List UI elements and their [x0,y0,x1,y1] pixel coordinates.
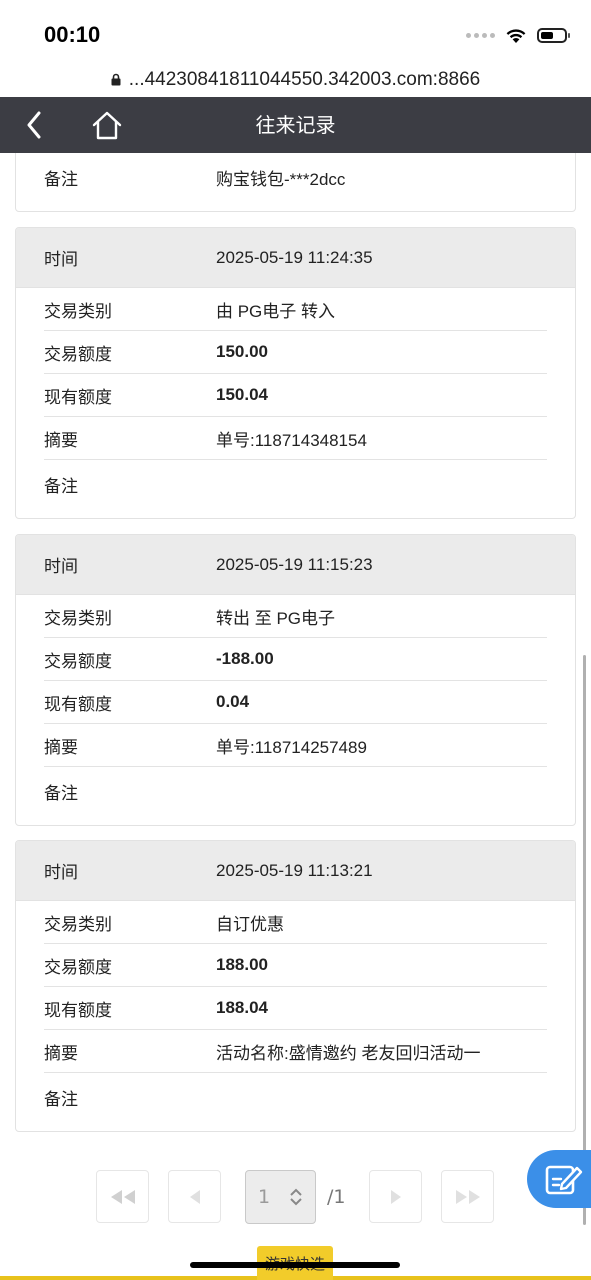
balance-value: 0.04 [216,692,250,711]
scrollbar[interactable] [583,655,586,1225]
edit-button[interactable] [527,1150,591,1208]
time-label: 时间 [44,863,78,883]
summary-label: 摘要 [44,737,78,758]
records-list[interactable]: 备注 购宝钱包-***2dcc 时间 2025-05-19 11:24:35 交… [0,153,591,1280]
edit-icon [545,1165,583,1195]
remark-row: 备注 [44,460,547,508]
balance-row: 现有额度 150.04 [44,374,547,417]
balance-label: 现有额度 [44,387,112,408]
remark-label: 备注 [44,476,78,497]
amount-value: 150.00 [216,342,268,361]
amount-label: 交易额度 [44,651,112,672]
time-value: 2025-05-19 11:13:21 [216,860,373,880]
status-bar: 00:10 [0,0,591,62]
page-total: /1 [327,1186,346,1208]
amount-row: 交易额度 -188.00 [44,638,547,681]
amount-row: 交易额度 150.00 [44,331,547,374]
prev-page-icon [189,1189,200,1204]
app-header: 往来记录 [0,97,591,153]
balance-label: 现有额度 [44,694,112,715]
time-value: 2025-05-19 11:24:35 [216,247,373,267]
record-card-header: 时间 2025-05-19 11:15:23 [16,535,575,595]
amount-row: 交易额度 188.00 [44,944,547,987]
next-page-button[interactable] [369,1170,422,1223]
amount-label: 交易额度 [44,344,112,365]
record-card-header: 时间 2025-05-19 11:24:35 [16,228,575,288]
amount-label: 交易额度 [44,957,112,978]
first-page-icon [110,1189,135,1204]
chevron-updown-icon [290,1188,302,1206]
remark-label: 备注 [44,783,78,804]
summary-value: 单号:118714348154 [216,430,367,450]
amount-value: 188.00 [216,955,268,974]
summary-label: 摘要 [44,430,78,451]
balance-row: 现有额度 188.04 [44,987,547,1030]
balance-value: 150.04 [216,385,268,404]
prev-page-button[interactable] [168,1170,221,1223]
home-icon [92,111,122,140]
record-card: 时间 2025-05-19 11:15:23 交易类别 转出 至 PG电子 交易… [15,534,576,826]
home-button[interactable] [86,105,128,145]
type-value: 自订优惠 [216,914,284,934]
remark-row: 备注 [44,1073,547,1121]
signal-icon [466,32,495,38]
last-page-button[interactable] [441,1170,494,1223]
home-indicator[interactable] [190,1262,400,1268]
page-select[interactable]: 1 [245,1170,316,1224]
record-card: 时间 2025-05-19 11:24:35 交易类别 由 PG电子 转入 交易… [15,227,576,519]
type-value: 由 PG电子 转入 [216,301,336,321]
time-label: 时间 [44,557,78,577]
summary-row: 摘要 活动名称:盛情邀约 老友回归活动一 [44,1030,547,1073]
remark-label: 备注 [44,1089,78,1110]
summary-label: 摘要 [44,1043,78,1064]
page-select-value: 1 [258,1186,271,1208]
balance-value: 188.04 [216,998,268,1017]
remark-row: 备注 [44,767,547,815]
type-label: 交易类别 [44,301,112,322]
url-bar[interactable]: ...44230841811044550.342003.com:8866 [0,62,591,97]
url-text: ...44230841811044550.342003.com:8866 [128,68,481,90]
summary-row: 摘要 单号:118714348154 [44,417,547,460]
time-label: 时间 [44,250,78,270]
type-label: 交易类别 [44,608,112,629]
summary-row: 摘要 单号:118714257489 [44,724,547,767]
balance-row: 现有额度 0.04 [44,681,547,724]
type-value: 转出 至 PG电子 [216,608,336,628]
record-card-header: 时间 2025-05-19 11:13:21 [16,841,575,901]
status-time: 00:10 [44,22,101,47]
wifi-icon [506,28,526,43]
battery-icon [537,27,570,43]
next-page-icon [390,1189,401,1204]
amount-value: -188.00 [216,649,274,668]
remark-label: 备注 [44,170,78,190]
status-icons [466,24,570,46]
record-card-partial: 备注 购宝钱包-***2dcc [15,153,576,212]
summary-value: 活动名称:盛情邀约 老友回归活动一 [216,1043,481,1063]
chevron-left-icon [27,111,41,139]
record-card: 时间 2025-05-19 11:13:21 交易类别 自订优惠 交易额度 18… [15,840,576,1132]
balance-label: 现有额度 [44,1000,112,1021]
type-row: 交易类别 转出 至 PG电子 [44,595,547,638]
back-button[interactable] [14,105,54,145]
summary-value: 单号:118714257489 [216,737,367,757]
type-row: 交易类别 自订优惠 [44,901,547,944]
type-row: 交易类别 由 PG电子 转入 [44,288,547,331]
last-page-icon [455,1189,480,1204]
type-label: 交易类别 [44,914,112,935]
lock-icon [111,73,121,86]
time-value: 2025-05-19 11:15:23 [216,554,373,574]
remark-value: 购宝钱包-***2dcc [216,170,346,189]
first-page-button[interactable] [96,1170,149,1223]
